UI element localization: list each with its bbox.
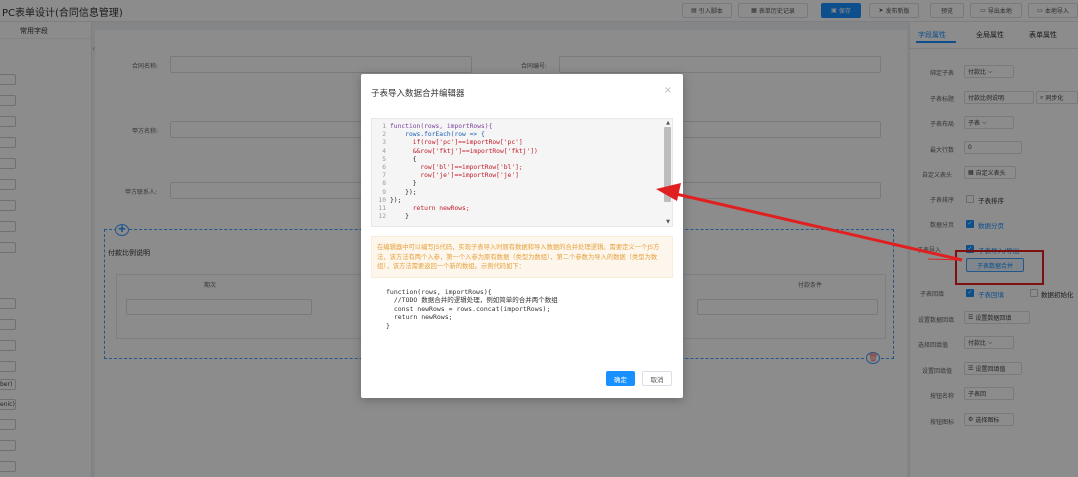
- code-line: 12 }: [378, 213, 409, 220]
- confirm-button[interactable]: 确定: [606, 371, 635, 386]
- code-line: 7 row['je']==importRow['je']: [382, 172, 519, 179]
- code-line: 8 }: [382, 180, 417, 187]
- scroll-up-icon[interactable]: ▲: [666, 120, 670, 126]
- editor-scrollbar[interactable]: [664, 127, 671, 202]
- merge-editor-dialog: 子表导入数据合并编辑器 × 1 function(rows, importRows…: [361, 74, 683, 398]
- cancel-button[interactable]: 取消: [642, 371, 672, 386]
- code-line: 1 function(rows, importRows){: [382, 123, 493, 130]
- dialog-title: 子表导入数据合并编辑器: [371, 89, 465, 99]
- code-line: 3 if(row['pc']==importRow['pc']: [382, 139, 523, 146]
- code-line: 6 row['bl']==importRow['bl'];: [382, 164, 523, 171]
- code-line: 2 rows.forEach(row => {: [382, 131, 485, 138]
- code-line: 5 {: [382, 156, 417, 163]
- code-editor[interactable]: 1 function(rows, importRows){ 2 rows.forE…: [371, 118, 673, 227]
- code-line: 4 &&row['fktj']==importRow['fktj']): [382, 148, 538, 155]
- close-icon[interactable]: ×: [664, 85, 672, 96]
- code-line: 10});: [378, 197, 402, 204]
- example-code: function(rows, importRows){ //TODO 数据合并的…: [386, 288, 558, 330]
- hint-notice: 在编辑器中可以编写JS代码，实现子表导入时原有数据和导入数据的合并处理逻辑。需要…: [371, 236, 673, 278]
- code-line: 11 return newRows;: [378, 205, 470, 212]
- code-line: 9 });: [382, 189, 417, 196]
- scroll-down-icon[interactable]: ▼: [666, 219, 670, 225]
